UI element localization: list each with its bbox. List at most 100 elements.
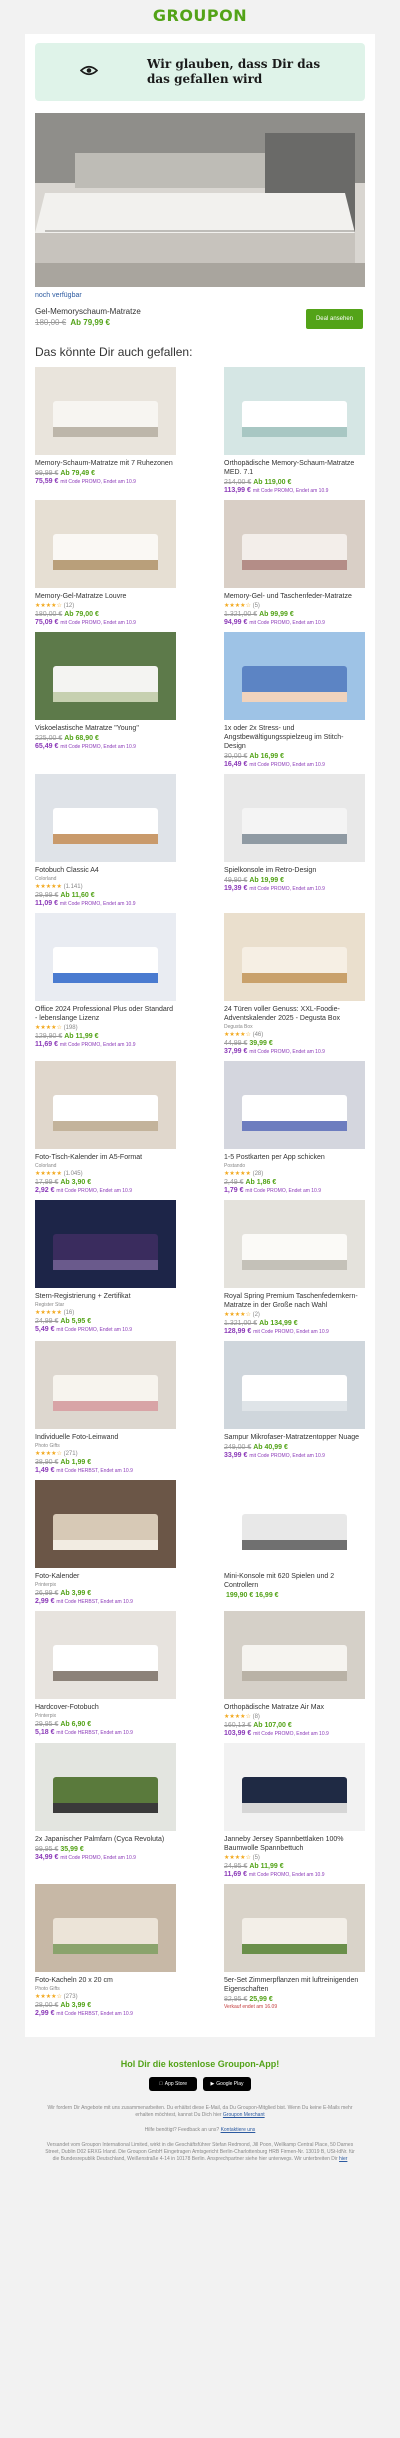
product-name[interactable]: 5er-Set Zimmerpflanzen mit luftreinigend… [224, 1976, 365, 1994]
promo-row: 5,49 € mit Code PROMO, Endet am 10.9 [35, 1326, 176, 1333]
product-name[interactable]: 2x Japanischer Palmfarn (Cyca Revoluta) [35, 1835, 176, 1844]
featured-deal-title[interactable]: Gel-Memoryschaum-Matratze [35, 307, 141, 316]
footer-address: Versandet vom Groupon International Limi… [45, 2142, 355, 2162]
product-tile[interactable]: Sampur Mikrofaser-Matratzentopper Nuage … [224, 1341, 365, 1474]
product-tile[interactable]: 1x oder 2x Stress- und Angstbewältigungs… [224, 632, 365, 768]
product-tile[interactable]: Foto-Tisch-Kalender im A5-Format Colorlan… [35, 1061, 176, 1194]
product-image[interactable] [35, 632, 176, 720]
promo-price: 2,92 € [35, 1187, 55, 1194]
product-name[interactable]: 24 Türen voller Genuss: XXL-Foodie-Adven… [224, 1005, 365, 1023]
price-row: 49,90 € Ab 19,99 € [224, 877, 365, 884]
product-name[interactable]: Memory-Schaum-Matratze mit 7 Ruhezonen [35, 459, 176, 468]
product-image[interactable] [224, 1480, 365, 1568]
product-tile[interactable]: Orthopädische Memory-Schaum-Matratze MED… [224, 367, 365, 494]
product-image[interactable] [35, 1480, 176, 1568]
product-name[interactable]: Individuelle Foto-Leinwand [35, 1433, 176, 1442]
groupon-logo[interactable]: GROUPON [0, 0, 400, 30]
product-tile[interactable]: Individuelle Foto-Leinwand Photo Gifts ★★★… [35, 1341, 176, 1474]
product-name[interactable]: Spielkonsole im Retro-Design [224, 866, 365, 875]
price-row: 199,90 € 16,99 € [224, 1592, 365, 1599]
price-row: 2,49 € Ab 1,86 € [224, 1179, 365, 1186]
product-name[interactable]: Viskoelastische Matratze "Young" [35, 724, 176, 733]
merchant-name: Photo Gifts [35, 1443, 60, 1449]
deal-price: Ab 3,90 € [60, 1179, 92, 1186]
product-image[interactable] [35, 367, 176, 455]
product-image[interactable] [35, 1341, 176, 1429]
product-image[interactable] [224, 913, 365, 1001]
product-tile[interactable]: Fotobuch Classic A4 Colorland ★★★★★ (1.141… [35, 774, 176, 907]
product-tile[interactable]: Memory-Gel- und Taschenfeder-Matratze ★★★… [224, 500, 365, 626]
here-link[interactable]: hier [339, 2156, 347, 2162]
product-name[interactable]: Orthopädische Memory-Schaum-Matratze MED… [224, 459, 365, 477]
product-name[interactable]: Stern-Registrierung + Zertifikat [35, 1292, 176, 1301]
old-price: 24,99 € [35, 1318, 59, 1325]
product-image[interactable] [35, 500, 176, 588]
product-image[interactable] [35, 1884, 176, 1972]
product-name[interactable]: Foto-Kacheln 20 x 20 cm [35, 1976, 176, 1985]
product-tile[interactable]: Memory-Schaum-Matratze mit 7 Ruhezonen 9… [35, 367, 176, 494]
product-tile[interactable]: Hardcover-Fotobuch Printerpix 29,95 € Ab 6… [35, 1611, 176, 1737]
product-image[interactable] [224, 1200, 365, 1288]
product-image[interactable] [35, 1200, 176, 1288]
product-tile[interactable]: Spielkonsole im Retro-Design 49,90 € Ab 1… [224, 774, 365, 907]
promo-price: 103,99 € [224, 1730, 252, 1737]
product-name[interactable]: Memory-Gel-Matratze Louvre [35, 592, 176, 601]
sale-end-note: Verkauf endet am 16.09 [224, 2004, 278, 2010]
product-tile[interactable]: Viskoelastische Matratze "Young" 225,00 … [35, 632, 176, 768]
deal-price: 39,99 € [249, 1040, 273, 1047]
promo-price: 1,49 € [35, 1467, 55, 1474]
product-name[interactable]: Orthopädische Matratze Air Max [224, 1703, 365, 1712]
product-name[interactable]: Mini-Konsole mit 620 Spielen und 2 Contr… [224, 1572, 365, 1590]
product-image[interactable] [35, 1743, 176, 1831]
product-name[interactable]: 1-5 Postkarten per App schicken [224, 1153, 365, 1162]
product-image[interactable] [224, 367, 365, 455]
product-tile[interactable]: Janneby Jersey Spannbettlaken 100% Baumw… [224, 1743, 365, 1878]
product-image[interactable] [224, 1884, 365, 1972]
product-name[interactable]: Sampur Mikrofaser-Matratzentopper Nuage [224, 1433, 365, 1442]
deal-button[interactable]: Deal ansehen [305, 309, 363, 329]
promo-row: 94,99 € mit Code PROMO, Endet am 10.9 [224, 619, 365, 626]
contact-link[interactable]: Kontaktiere uns [221, 2127, 256, 2133]
product-name[interactable]: Foto-Tisch-Kalender im A5-Format [35, 1153, 176, 1162]
product-name[interactable]: Office 2024 Professional Plus oder Stand… [35, 1005, 176, 1023]
google-play-badge[interactable]: ▶ Google Play [203, 2077, 251, 2091]
product-image[interactable] [224, 1611, 365, 1699]
product-tile[interactable]: Mini-Konsole mit 620 Spielen und 2 Contr… [224, 1480, 365, 1605]
product-name[interactable]: Foto-Kalender [35, 1572, 176, 1581]
product-image[interactable] [35, 774, 176, 862]
product-name[interactable]: 1x oder 2x Stress- und Angstbewältigungs… [224, 724, 365, 751]
product-tile[interactable]: 1-5 Postkarten per App schicken Postando ★… [224, 1061, 365, 1194]
stars-text: ★★★★★ [35, 884, 62, 890]
product-image[interactable] [224, 500, 365, 588]
product-name[interactable]: Fotobuch Classic A4 [35, 866, 176, 875]
product-tile[interactable]: Royal Spring Premium Taschenfedernkern-M… [224, 1200, 365, 1335]
product-tile[interactable]: Office 2024 Professional Plus oder Stand… [35, 913, 176, 1055]
product-name[interactable]: Hardcover-Fotobuch [35, 1703, 176, 1712]
product-tile[interactable]: Memory-Gel-Matratze Louvre ★★★★☆ (12) 180,… [35, 500, 176, 626]
promo-code-text: mit Code PROMO, Endet am 10.9 [249, 1049, 325, 1055]
rating-stars: ★★★★☆ (273) [35, 1993, 176, 2000]
product-tile[interactable]: Stern-Registrierung + Zertifikat Register… [35, 1200, 176, 1335]
product-image[interactable] [224, 1341, 365, 1429]
product-image[interactable] [35, 1611, 176, 1699]
product-image[interactable] [224, 774, 365, 862]
promo-code-text: mit Code PROMO, Endet am 10.9 [59, 1042, 136, 1048]
featured-deal-image[interactable] [35, 113, 365, 287]
product-name[interactable]: Memory-Gel- und Taschenfeder-Matratze [224, 592, 365, 601]
app-store-badge[interactable]: App Store [149, 2077, 197, 2091]
product-name[interactable]: Janneby Jersey Spannbettlaken 100% Baumw… [224, 1835, 365, 1853]
product-image[interactable] [224, 1061, 365, 1149]
product-image[interactable] [35, 1061, 176, 1149]
product-tile[interactable]: Orthopädische Matratze Air Max ★★★★☆ (8) 1… [224, 1611, 365, 1737]
product-image[interactable] [35, 913, 176, 1001]
product-name[interactable]: Royal Spring Premium Taschenfedernkern-M… [224, 1292, 365, 1310]
unsubscribe-link[interactable]: Groupon Merchant [223, 2112, 265, 2118]
stars-text: ★★★★★ [224, 1171, 251, 1177]
product-image[interactable] [224, 1743, 365, 1831]
product-image[interactable] [224, 632, 365, 720]
product-tile[interactable]: 2x Japanischer Palmfarn (Cyca Revoluta) … [35, 1743, 176, 1878]
product-tile[interactable]: 5er-Set Zimmerpflanzen mit luftreinigend… [224, 1884, 365, 2017]
product-tile[interactable]: Foto-Kacheln 20 x 20 cm Photo Gifts ★★★★☆ … [35, 1884, 176, 2017]
product-tile[interactable]: 24 Türen voller Genuss: XXL-Foodie-Adven… [224, 913, 365, 1055]
product-tile[interactable]: Foto-Kalender Printerpix 26,99 € Ab 3,99 €… [35, 1480, 176, 1605]
